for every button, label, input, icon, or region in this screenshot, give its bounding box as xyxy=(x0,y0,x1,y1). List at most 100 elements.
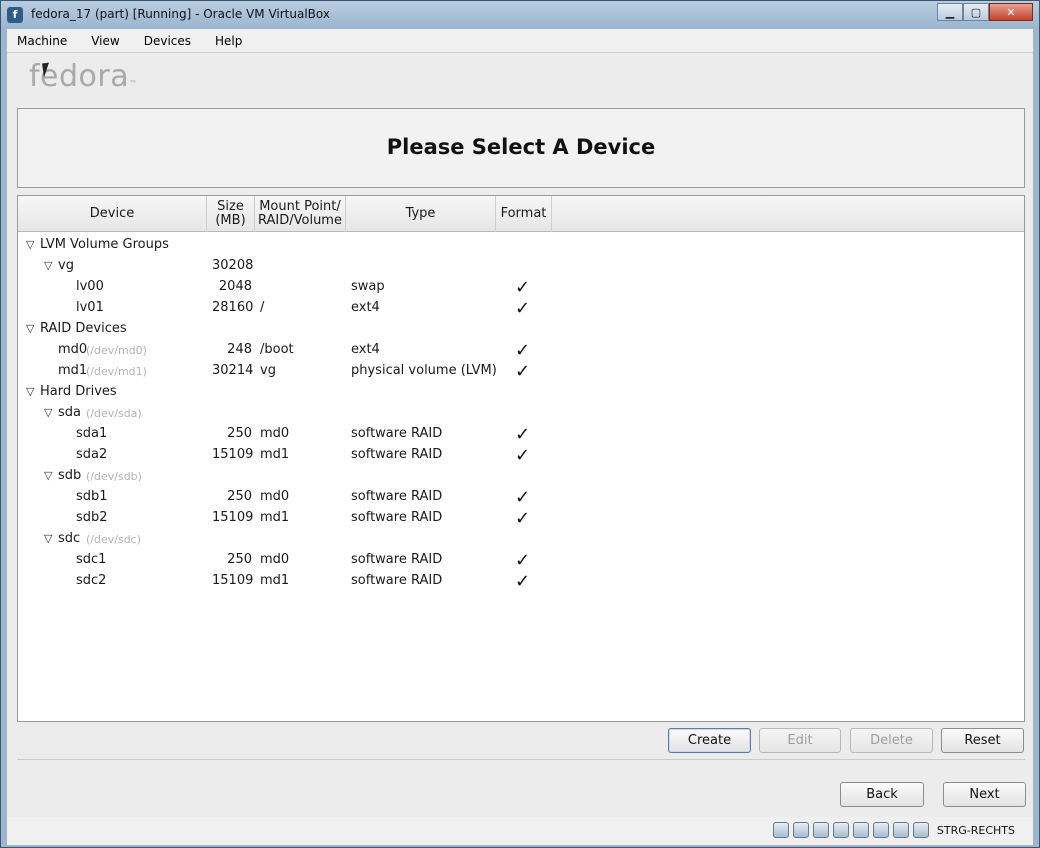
tree-header: Device Size (MB) Mount Point/ RAID/Volum… xyxy=(18,196,1024,232)
device-name: lv01 xyxy=(76,300,104,315)
format-check-icon[interactable]: ✓ xyxy=(515,487,530,508)
tree-row[interactable]: sda2 15109 md1 software RAID ✓ xyxy=(18,444,1024,466)
device-name: LVM Volume Groups xyxy=(40,237,169,252)
tree-row[interactable]: md0 (/dev/md0) 248/boot ext4 ✓ xyxy=(18,339,1024,361)
guest-screen: fedora™ Please Select A Device Device Si… xyxy=(7,53,1033,817)
device-name: RAID Devices xyxy=(40,321,127,336)
page-title: Please Select A Device xyxy=(386,135,656,159)
device-type: software RAID xyxy=(351,489,443,504)
tree-row[interactable]: lv00 2048 swap ✓ xyxy=(18,276,1024,298)
expander-icon[interactable]: ▽ xyxy=(26,322,38,335)
tree-rows: ▽ LVM Volume Groups ▽ vg 30208 lv00 2048 swap ✓ l… xyxy=(18,234,1024,592)
device-name: sdb1 xyxy=(76,489,108,504)
tree-row[interactable]: lv01 28160 / ext4 ✓ xyxy=(18,297,1024,319)
format-check-icon[interactable]: ✓ xyxy=(515,550,530,571)
device-path: (/dev/md1) xyxy=(86,365,147,378)
column-device[interactable]: Device xyxy=(18,196,207,232)
format-check-icon[interactable]: ✓ xyxy=(515,508,530,529)
device-mount-point: md0 xyxy=(260,426,290,441)
device-type: software RAID xyxy=(351,510,443,525)
device-size: 30214 xyxy=(212,363,254,378)
delete-button[interactable]: Delete xyxy=(850,728,933,753)
mouse-integration-icon[interactable] xyxy=(892,822,909,838)
tree-row[interactable]: md1 (/dev/md1) 30214 vg physical volume (LVM… xyxy=(18,360,1024,382)
device-size: 248 xyxy=(227,342,252,357)
close-button[interactable]: ✕ xyxy=(989,3,1033,21)
device-name: sdc xyxy=(58,531,81,546)
usb-icon[interactable] xyxy=(812,822,829,838)
window-controls: ▁ ▢ ✕ xyxy=(937,3,1033,21)
device-name: sdc1 xyxy=(76,552,107,567)
tree-row[interactable]: ▽ Hard Drives xyxy=(18,381,1024,402)
device-name: md0 xyxy=(58,342,88,357)
network-icon[interactable] xyxy=(832,822,849,838)
tree-row[interactable]: ▽ LVM Volume Groups xyxy=(18,234,1024,255)
tree-row[interactable]: ▽ RAID Devices xyxy=(18,318,1024,339)
reset-button[interactable]: Reset xyxy=(941,728,1024,753)
device-mount-point: vg xyxy=(260,363,276,378)
expander-icon[interactable]: ▽ xyxy=(44,469,56,482)
format-check-icon[interactable]: ✓ xyxy=(515,340,530,361)
menu-machine[interactable]: Machine xyxy=(17,34,67,48)
device-type: physical volume (LVM) xyxy=(351,363,497,378)
device-name: sdb xyxy=(58,468,82,483)
device-path: (/dev/md0) xyxy=(86,344,147,357)
format-check-icon[interactable]: ✓ xyxy=(515,424,530,445)
tree-row[interactable]: ▽ sdc (/dev/sdc) xyxy=(18,528,1024,549)
tree-row[interactable]: sdc1 250 md0 software RAID ✓ xyxy=(18,549,1024,571)
virtualbox-app-icon: f xyxy=(7,7,23,23)
menu-bar: Machine View Devices Help xyxy=(7,29,1033,53)
tree-row[interactable]: ▽ sda (/dev/sda) xyxy=(18,402,1024,423)
maximize-button[interactable]: ▢ xyxy=(963,3,989,21)
menu-help[interactable]: Help xyxy=(215,34,242,48)
device-size: 2048 xyxy=(218,279,252,294)
device-mount-point: /boot xyxy=(260,342,294,357)
next-button[interactable]: Next xyxy=(943,782,1026,807)
menu-devices[interactable]: Devices xyxy=(144,34,191,48)
format-check-icon[interactable]: ✓ xyxy=(515,361,530,382)
tree-row[interactable]: sda1 250 md0 software RAID ✓ xyxy=(18,423,1024,445)
minimize-button[interactable]: ▁ xyxy=(937,3,963,21)
divider xyxy=(17,759,1025,760)
format-check-icon[interactable]: ✓ xyxy=(515,445,530,466)
create-button[interactable]: Create xyxy=(668,728,751,753)
device-type: software RAID xyxy=(351,426,443,441)
device-tree[interactable]: Device Size (MB) Mount Point/ RAID/Volum… xyxy=(17,195,1025,722)
column-size[interactable]: Size (MB) xyxy=(207,196,255,232)
device-size: 28160 xyxy=(212,300,254,315)
format-check-icon[interactable]: ✓ xyxy=(515,298,530,319)
column-format[interactable]: Format xyxy=(496,196,552,232)
device-name: sda xyxy=(58,405,81,420)
device-size: 250 xyxy=(227,489,252,504)
device-type: software RAID xyxy=(351,447,443,462)
tree-row[interactable]: ▽ vg 30208 xyxy=(18,255,1024,276)
expander-icon[interactable]: ▽ xyxy=(44,532,56,545)
format-check-icon[interactable]: ✓ xyxy=(515,571,530,592)
edit-button[interactable]: Edit xyxy=(759,728,841,753)
tree-row[interactable]: sdb1 250 md0 software RAID ✓ xyxy=(18,486,1024,508)
device-type: ext4 xyxy=(351,342,380,357)
column-type[interactable]: Type xyxy=(346,196,496,232)
tree-row[interactable]: sdc2 15109 md1 software RAID ✓ xyxy=(18,570,1024,592)
device-mount-point: / xyxy=(260,300,265,315)
tree-row[interactable]: ▽ sdb (/dev/sdb) xyxy=(18,465,1024,486)
hard-disk-icon[interactable] xyxy=(772,822,789,838)
shared-folder-icon[interactable] xyxy=(852,822,869,838)
expander-icon[interactable]: ▽ xyxy=(44,259,56,272)
keyboard-capture-icon[interactable] xyxy=(912,822,929,838)
menu-view[interactable]: View xyxy=(91,34,119,48)
expander-icon[interactable]: ▽ xyxy=(26,238,38,251)
tree-row[interactable]: sdb2 15109 md1 software RAID ✓ xyxy=(18,507,1024,529)
expander-icon[interactable]: ▽ xyxy=(26,385,38,398)
expander-icon[interactable]: ▽ xyxy=(44,406,56,419)
column-mount-point[interactable]: Mount Point/ RAID/Volume xyxy=(255,196,346,232)
display-icon[interactable] xyxy=(872,822,889,838)
device-name: lv00 xyxy=(76,279,104,294)
back-button[interactable]: Back xyxy=(840,782,924,807)
device-name: Hard Drives xyxy=(40,384,117,399)
title-bar[interactable]: f fedora_17 (part) [Running] - Oracle VM… xyxy=(1,1,1039,29)
format-check-icon[interactable]: ✓ xyxy=(515,277,530,298)
device-type: software RAID xyxy=(351,573,443,588)
optical-drive-icon[interactable] xyxy=(792,822,809,838)
device-path: (/dev/sdb) xyxy=(86,470,142,483)
